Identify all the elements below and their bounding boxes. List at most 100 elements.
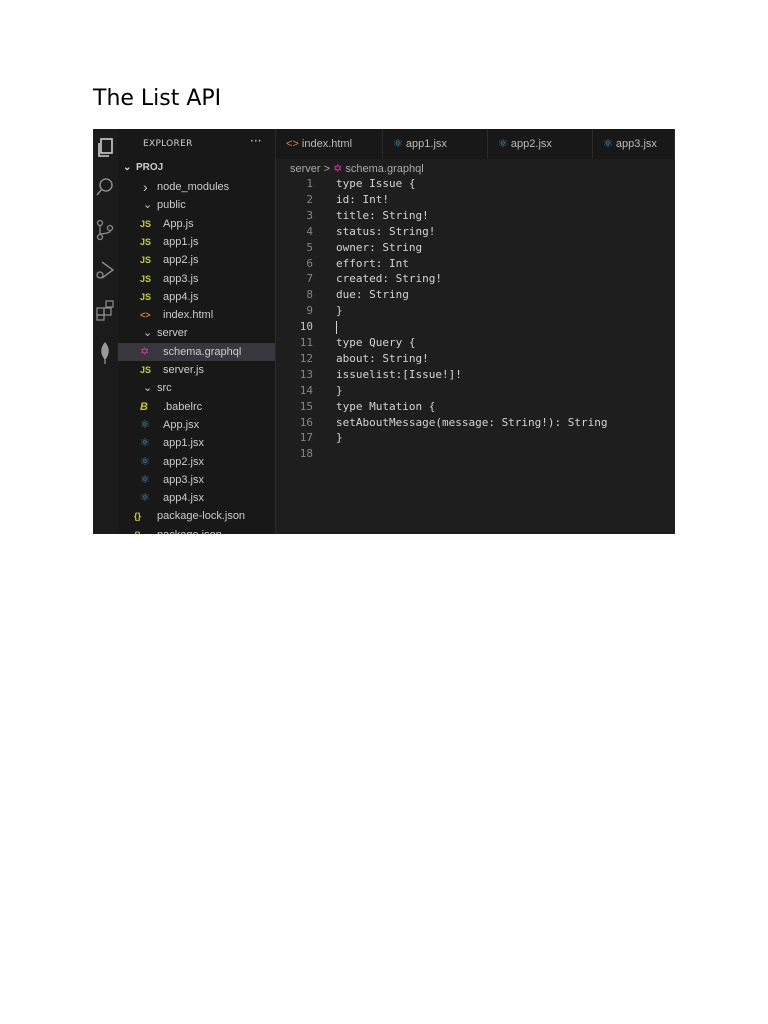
code-text: } bbox=[336, 431, 343, 445]
vscode-screenshot: EXPLORER ··· ⌄ PROJ › node_modules ⌄ public… bbox=[93, 129, 675, 534]
tab-app2.jsx[interactable]: ⚛ app2.jsx bbox=[488, 129, 593, 159]
folder-node_modules[interactable]: › node_modules bbox=[118, 178, 275, 196]
item-label: server.js bbox=[163, 364, 204, 376]
js-file-icon: JS bbox=[140, 365, 152, 375]
text-cursor bbox=[336, 321, 337, 335]
item-label: app1.jsx bbox=[163, 437, 204, 450]
code-text: type Mutation { bbox=[336, 399, 436, 413]
file-item[interactable]: JS app1.js bbox=[118, 233, 275, 251]
item-label: app3.js bbox=[163, 272, 199, 285]
file-item[interactable]: B .babelrc bbox=[118, 398, 275, 416]
mongodb-leaf-icon[interactable] bbox=[94, 341, 116, 364]
tab-app1.jsx[interactable]: ⚛ app1.jsx bbox=[383, 129, 488, 159]
item-label: index.html bbox=[163, 309, 214, 322]
line-number: 5 bbox=[306, 240, 313, 254]
code-text: type Query { bbox=[336, 336, 416, 349]
document-title: The List API bbox=[93, 86, 222, 111]
source-control-icon[interactable] bbox=[94, 219, 116, 241]
js-file-icon: JS bbox=[140, 291, 152, 302]
file-item[interactable]: JS app3.js bbox=[118, 270, 275, 288]
item-label: node_modules bbox=[157, 181, 230, 193]
search-icon[interactable] bbox=[94, 177, 116, 199]
folder-public[interactable]: ⌄ public bbox=[118, 196, 275, 214]
json-file-icon: {} bbox=[134, 526, 141, 534]
tab-label: app1.jsx bbox=[405, 138, 447, 150]
code-text: title: String! bbox=[336, 208, 429, 222]
line-number: 4 bbox=[306, 224, 313, 238]
code-text: about: String! bbox=[336, 351, 429, 365]
line-number: 2 bbox=[306, 192, 313, 206]
file-item[interactable]: ⚛ App.jsx bbox=[118, 416, 275, 434]
folder-src[interactable]: ⌄ src bbox=[118, 379, 275, 397]
file-item[interactable]: ⚛ app2.jsx bbox=[118, 453, 275, 471]
file-item[interactable]: ⚛ app1.jsx bbox=[118, 434, 275, 452]
code-text: due: String bbox=[336, 288, 409, 302]
graphql-icon: ✡ bbox=[333, 163, 343, 175]
extensions-icon[interactable] bbox=[94, 299, 116, 321]
item-label: app3.jsx bbox=[163, 473, 204, 486]
folder-server[interactable]: ⌄ server bbox=[118, 324, 275, 342]
line-number: 3 bbox=[306, 208, 313, 222]
js-file-icon: JS bbox=[140, 255, 152, 266]
js-file-icon: JS bbox=[140, 218, 152, 229]
files-icon[interactable] bbox=[94, 137, 116, 159]
json-file-icon: {} bbox=[134, 511, 142, 522]
js-file-icon: JS bbox=[140, 273, 152, 284]
tab-index.html[interactable]: <> index.html bbox=[276, 129, 383, 159]
chevron-down-icon: ⌄ bbox=[143, 327, 153, 340]
file-item[interactable]: {} package-lock.json bbox=[118, 507, 275, 525]
item-label: package-lock.json bbox=[157, 510, 246, 523]
file-item[interactable]: ✡ schema.graphql bbox=[118, 342, 275, 361]
code-text: status: String! bbox=[336, 224, 436, 238]
run-debug-icon[interactable] bbox=[94, 259, 116, 281]
react-icon: ⚛ bbox=[140, 492, 150, 505]
item-label: .babelrc bbox=[163, 400, 203, 413]
react-icon: ⚛ bbox=[498, 138, 511, 150]
code-text: id: Int! bbox=[336, 192, 389, 206]
code-text: created: String! bbox=[336, 272, 442, 286]
line-number: 11 bbox=[299, 336, 313, 349]
file-item[interactable]: JS app2.js bbox=[118, 251, 275, 269]
file-item[interactable]: JS App.js bbox=[118, 215, 275, 233]
react-icon: ⚛ bbox=[393, 138, 406, 150]
file-item[interactable]: ⚛ app3.jsx bbox=[118, 471, 275, 489]
file-item[interactable]: JS app4.js bbox=[118, 288, 275, 306]
code-text: type Issue { bbox=[336, 177, 416, 190]
file-item[interactable]: ⚛ app4.jsx bbox=[118, 489, 275, 507]
breadcrumb-folder[interactable]: server bbox=[290, 163, 321, 175]
breadcrumb-separator: > bbox=[323, 163, 331, 175]
more-actions-icon[interactable]: ··· bbox=[250, 134, 261, 148]
item-label: server bbox=[157, 327, 188, 340]
editor: <> index.html ⚛ app1.jsx ⚛ app2.jsx ⚛ app3.… bbox=[276, 129, 675, 534]
chevron-right-icon: › bbox=[143, 179, 148, 195]
line-number: 8 bbox=[306, 288, 313, 302]
item-label: app2.js bbox=[163, 254, 199, 267]
line-number: 17 bbox=[299, 431, 313, 445]
line-number: 6 bbox=[306, 256, 313, 270]
js-file-icon: JS bbox=[140, 236, 152, 247]
file-item[interactable]: {} package.json bbox=[118, 526, 275, 534]
line-number: 16 bbox=[299, 415, 313, 429]
tab-label: app3.jsx bbox=[615, 138, 657, 150]
line-number: 9 bbox=[306, 304, 313, 318]
breadcrumb-file[interactable]: schema.graphql bbox=[345, 163, 423, 175]
chevron-down-icon: ⌄ bbox=[123, 162, 132, 173]
react-icon: ⚛ bbox=[140, 473, 150, 486]
item-label: App.jsx bbox=[163, 418, 200, 431]
tab-label: app2.jsx bbox=[510, 138, 552, 150]
tab-app3.jsx[interactable]: ⚛ app3.jsx bbox=[593, 129, 675, 159]
file-item[interactable]: <> index.html bbox=[118, 306, 275, 324]
html-file-icon: <> bbox=[140, 310, 151, 321]
explorer-root[interactable]: ⌄ PROJ bbox=[118, 159, 275, 177]
graphql-icon: ✡ bbox=[140, 345, 150, 358]
item-label: public bbox=[157, 199, 186, 212]
chevron-down-icon: ⌄ bbox=[143, 382, 153, 395]
item-label: app4.js bbox=[163, 290, 199, 303]
item-label: schema.graphql bbox=[163, 345, 242, 358]
code-text: owner: String bbox=[336, 240, 423, 254]
babel-icon: B bbox=[140, 400, 148, 413]
explorer-sidebar: EXPLORER ··· ⌄ PROJ › node_modules ⌄ public… bbox=[118, 129, 276, 534]
file-item[interactable]: JS server.js bbox=[118, 361, 275, 379]
item-label: App.js bbox=[163, 217, 194, 230]
chevron-down-icon: ⌄ bbox=[143, 199, 153, 212]
